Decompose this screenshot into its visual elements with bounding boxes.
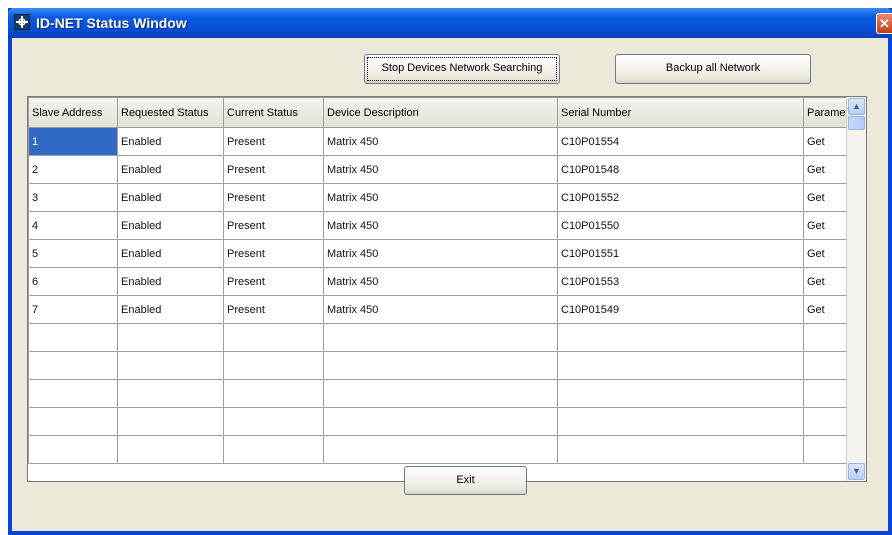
table-row[interactable]: 6 Enabled Present Matrix 450 C10P01553 Get xyxy=(28,267,863,296)
empty-cell[interactable] xyxy=(117,407,224,436)
column-header-slave-address[interactable]: Slave Address xyxy=(28,97,118,128)
cell-device-description[interactable]: Matrix 450 xyxy=(323,267,558,296)
cell-serial-number[interactable]: C10P01554 xyxy=(557,127,804,156)
cell-slave-address[interactable]: 1 xyxy=(28,127,118,156)
cell-device-description[interactable]: Matrix 450 xyxy=(323,155,558,184)
vertical-scrollbar[interactable]: ▲ ▼ xyxy=(846,97,866,481)
window-title: ID-NET Status Window xyxy=(36,15,187,31)
empty-cell[interactable] xyxy=(557,435,804,464)
cell-serial-number[interactable]: C10P01549 xyxy=(557,295,804,324)
empty-cell[interactable] xyxy=(223,407,324,436)
empty-cell[interactable] xyxy=(223,323,324,352)
column-header-requested-status[interactable]: Requested Status xyxy=(117,97,224,128)
close-icon[interactable]: ✕ xyxy=(876,13,892,34)
column-header-serial-number[interactable]: Serial Number xyxy=(557,97,804,128)
cell-serial-number[interactable]: C10P01550 xyxy=(557,211,804,240)
cell-requested-status[interactable]: Enabled xyxy=(117,155,224,184)
empty-cell[interactable] xyxy=(223,435,324,464)
cell-requested-status[interactable]: Enabled xyxy=(117,267,224,296)
cell-current-status[interactable]: Present xyxy=(223,267,324,296)
cell-device-description[interactable]: Matrix 450 xyxy=(323,211,558,240)
cell-requested-status[interactable]: Enabled xyxy=(117,127,224,156)
backup-network-button[interactable]: Backup all Network xyxy=(615,54,811,84)
cell-current-status[interactable]: Present xyxy=(223,155,324,184)
empty-cell[interactable] xyxy=(557,351,804,380)
empty-cell[interactable] xyxy=(557,323,804,352)
cell-device-description[interactable]: Matrix 450 xyxy=(323,127,558,156)
stop-searching-button[interactable]: Stop Devices Network Searching xyxy=(364,54,560,84)
empty-cell[interactable] xyxy=(557,407,804,436)
table-row[interactable]: 7 Enabled Present Matrix 450 C10P01549 Get xyxy=(28,295,863,324)
empty-cell[interactable] xyxy=(117,435,224,464)
cell-slave-address[interactable]: 4 xyxy=(28,211,118,240)
empty-cell[interactable] xyxy=(323,407,558,436)
empty-cell[interactable] xyxy=(117,323,224,352)
table-row[interactable]: 2 Enabled Present Matrix 450 C10P01548 Get xyxy=(28,155,863,184)
empty-cell[interactable] xyxy=(323,351,558,380)
empty-cell[interactable] xyxy=(323,323,558,352)
cell-requested-status[interactable]: Enabled xyxy=(117,183,224,212)
empty-cell[interactable] xyxy=(28,407,118,436)
empty-cell[interactable] xyxy=(117,379,224,408)
table-row[interactable]: 3 Enabled Present Matrix 450 C10P01552 Get xyxy=(28,183,863,212)
empty-table-row[interactable] xyxy=(28,323,863,352)
cell-serial-number[interactable]: C10P01548 xyxy=(557,155,804,184)
empty-table-row[interactable] xyxy=(28,407,863,436)
cell-device-description[interactable]: Matrix 450 xyxy=(323,183,558,212)
empty-cell[interactable] xyxy=(28,323,118,352)
scroll-down-icon[interactable]: ▼ xyxy=(848,463,865,480)
cell-slave-address[interactable]: 3 xyxy=(28,183,118,212)
empty-cell[interactable] xyxy=(28,379,118,408)
empty-cell[interactable] xyxy=(28,435,118,464)
empty-cell[interactable] xyxy=(323,435,558,464)
cell-serial-number[interactable]: C10P01551 xyxy=(557,239,804,268)
id-net-status-window: ID-NET Status Window ✕ Stop Devices Netw… xyxy=(8,8,892,535)
cell-current-status[interactable]: Present xyxy=(223,211,324,240)
cell-current-status[interactable]: Present xyxy=(223,239,324,268)
table-row[interactable]: 4 Enabled Present Matrix 450 C10P01550 Get xyxy=(28,211,863,240)
cell-device-description[interactable]: Matrix 450 xyxy=(323,295,558,324)
empty-table-row[interactable] xyxy=(28,351,863,380)
empty-cell[interactable] xyxy=(323,379,558,408)
exit-button[interactable]: Exit xyxy=(404,466,527,495)
empty-cell[interactable] xyxy=(557,379,804,408)
cell-requested-status[interactable]: Enabled xyxy=(117,295,224,324)
cell-requested-status[interactable]: Enabled xyxy=(117,211,224,240)
cell-slave-address[interactable]: 6 xyxy=(28,267,118,296)
table-header-row: Slave Address Requested Status Current Sta… xyxy=(28,97,863,128)
empty-cell[interactable] xyxy=(223,351,324,380)
column-header-current-status[interactable]: Current Status xyxy=(223,97,324,128)
scroll-up-icon[interactable]: ▲ xyxy=(848,98,865,115)
cell-requested-status[interactable]: Enabled xyxy=(117,239,224,268)
network-cross-icon xyxy=(14,14,30,30)
empty-cell[interactable] xyxy=(223,379,324,408)
scroll-thumb[interactable] xyxy=(848,116,865,130)
table-row[interactable]: 5 Enabled Present Matrix 450 C10P01551 Get xyxy=(28,239,863,268)
cell-current-status[interactable]: Present xyxy=(223,127,324,156)
empty-cell[interactable] xyxy=(28,351,118,380)
empty-table-row[interactable] xyxy=(28,379,863,408)
cell-slave-address[interactable]: 7 xyxy=(28,295,118,324)
cell-device-description[interactable]: Matrix 450 xyxy=(323,239,558,268)
cell-serial-number[interactable]: C10P01553 xyxy=(557,267,804,296)
device-grid: Slave Address Requested Status Current Sta… xyxy=(28,97,863,464)
cell-serial-number[interactable]: C10P01552 xyxy=(557,183,804,212)
column-header-device-description[interactable]: Device Description xyxy=(323,97,558,128)
table-row[interactable]: 1 Enabled Present Matrix 450 C10P01554 Get xyxy=(28,127,863,156)
empty-table-row[interactable] xyxy=(28,435,863,464)
cell-current-status[interactable]: Present xyxy=(223,183,324,212)
device-table: Slave Address Requested Status Current Sta… xyxy=(27,96,867,482)
cell-slave-address[interactable]: 2 xyxy=(28,155,118,184)
cell-current-status[interactable]: Present xyxy=(223,295,324,324)
empty-cell[interactable] xyxy=(117,351,224,380)
cell-slave-address[interactable]: 5 xyxy=(28,239,118,268)
title-bar[interactable]: ID-NET Status Window ✕ xyxy=(8,8,892,38)
